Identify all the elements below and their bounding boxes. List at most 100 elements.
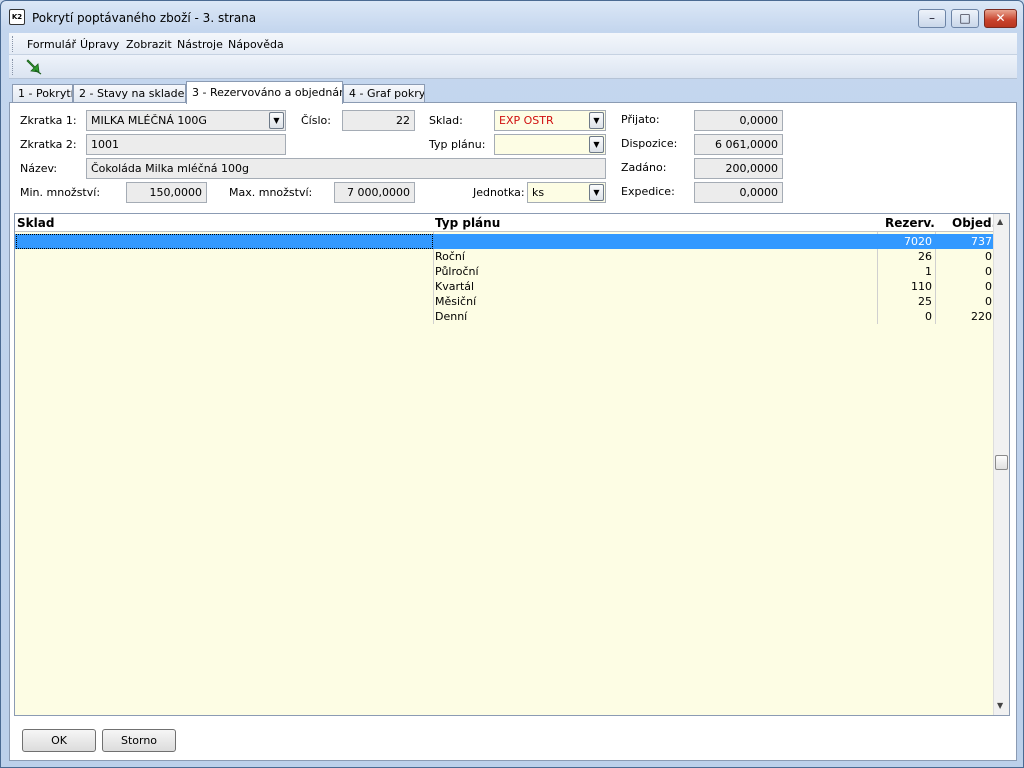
cell-sklad: [19, 249, 433, 264]
cell-typ: Denní: [435, 310, 468, 323]
storno-button[interactable]: Storno: [102, 729, 176, 752]
min-mnozstvi-field[interactable]: 150,0000: [126, 182, 207, 203]
tab-strip: 1 - Pokrytí 2 - Stavy na skladech 3 - Re…: [9, 81, 1017, 104]
cislo-label: Číslo:: [301, 114, 331, 127]
zkratka1-value: MILKA MLÉČNÁ 100G: [91, 114, 207, 127]
jednotka-value: ks: [532, 186, 545, 199]
column-header-objed[interactable]: Objed.: [952, 216, 996, 230]
dispozice-label: Dispozice:: [621, 137, 678, 150]
zadano-field[interactable]: 200,0000: [694, 158, 783, 179]
ok-button[interactable]: OK: [22, 729, 96, 752]
column-header-sklad[interactable]: Sklad: [17, 216, 54, 230]
cell-typ: Kvartál: [435, 280, 475, 293]
toolbar: [9, 55, 1017, 79]
cell-rezerv: 1: [925, 265, 932, 278]
cell-objed: 0: [985, 295, 992, 308]
scroll-up-icon[interactable]: ▲: [997, 217, 1003, 226]
table-row[interactable]: Měsiční 25 0: [15, 294, 994, 309]
jednotka-label: Jednotka:: [473, 186, 525, 199]
cell-objed: 737: [971, 235, 992, 248]
app-icon: K2: [9, 9, 25, 25]
cell-rezerv: 7020: [904, 235, 932, 248]
cell-objed: 0: [985, 250, 992, 263]
green-arrow-icon[interactable]: [25, 58, 43, 76]
chevron-down-icon[interactable]: ▼: [589, 136, 604, 153]
table-row[interactable]: 7020 737: [15, 234, 994, 249]
zkratka1-label: Zkratka 1:: [20, 114, 77, 127]
chevron-down-icon[interactable]: ▼: [589, 184, 604, 201]
cell-sklad: [16, 234, 433, 249]
cell-sklad: [19, 264, 433, 279]
menu-nastroje[interactable]: Nástroje: [177, 38, 223, 51]
dispozice-field[interactable]: 6 061,0000: [694, 134, 783, 155]
column-header-typ-planu[interactable]: Typ plánu: [435, 216, 500, 230]
cell-typ: [435, 234, 875, 249]
tab-graf-pokryti[interactable]: 4 - Graf pokrytí: [343, 84, 425, 103]
tab-rezervovano-a-objednano[interactable]: 3 - Rezervováno a objednáno: [186, 81, 343, 104]
cell-sklad: [19, 279, 433, 294]
table-row[interactable]: Denní 0 220: [15, 309, 994, 324]
sklad-value: EXP OSTR: [499, 114, 554, 127]
vertical-scrollbar[interactable]: ▲ ▼: [993, 214, 1009, 715]
sklad-select[interactable]: EXP OSTR ▼: [494, 110, 606, 131]
menu-upravy[interactable]: Úpravy: [80, 38, 119, 51]
chevron-down-icon[interactable]: ▼: [269, 112, 284, 129]
cell-objed: 0: [985, 280, 992, 293]
table-row[interactable]: Roční 26 0: [15, 249, 994, 264]
column-header-rezerv[interactable]: Rezerv.: [885, 216, 935, 230]
cell-sklad: [19, 309, 433, 324]
chevron-down-icon[interactable]: ▼: [589, 112, 604, 129]
expedice-field[interactable]: 0,0000: [694, 182, 783, 203]
maximize-icon: □: [959, 11, 971, 25]
cell-rezerv: 25: [918, 295, 932, 308]
menu-zobrazit[interactable]: Zobrazit: [126, 38, 172, 51]
data-grid[interactable]: Sklad Typ plánu Rezerv. Objed. 7020 737 …: [14, 213, 1010, 716]
cell-rezerv: 26: [918, 250, 932, 263]
zkratka2-field[interactable]: 1001: [86, 134, 286, 155]
close-icon: ✕: [995, 11, 1006, 25]
jednotka-select[interactable]: ks ▼: [527, 182, 606, 203]
close-button[interactable]: ✕: [984, 9, 1017, 28]
cell-rezerv: 110: [911, 280, 932, 293]
nazev-label: Název:: [20, 162, 58, 175]
cell-rezerv: 0: [925, 310, 932, 323]
menu-napoveda[interactable]: Nápověda: [228, 38, 284, 51]
zkratka1-select[interactable]: MILKA MLÉČNÁ 100G ▼: [86, 110, 286, 131]
prijato-label: Přijato:: [621, 113, 660, 126]
cell-objed: 220: [971, 310, 992, 323]
title-bar[interactable]: K2 Pokrytí poptávaného zboží - 3. strana…: [1, 1, 1023, 31]
cell-objed: 0: [985, 265, 992, 278]
zkratka2-label: Zkratka 2:: [20, 138, 77, 151]
tab-pokryti[interactable]: 1 - Pokrytí: [12, 84, 73, 103]
grid-header: Sklad Typ plánu Rezerv. Objed.: [15, 214, 996, 232]
window-title: Pokrytí poptávaného zboží - 3. strana: [32, 11, 257, 25]
prijato-field[interactable]: 0,0000: [694, 110, 783, 131]
cislo-field[interactable]: 22: [342, 110, 415, 131]
expedice-label: Expedice:: [621, 185, 675, 198]
table-row[interactable]: Kvartál 110 0: [15, 279, 994, 294]
typ-planu-label: Typ plánu:: [429, 138, 486, 151]
minimize-button[interactable]: –: [918, 9, 946, 28]
max-mnozstvi-label: Max. množství:: [229, 186, 313, 199]
scroll-down-icon[interactable]: ▼: [997, 701, 1003, 710]
zadano-label: Zadáno:: [621, 161, 667, 174]
minimize-icon: –: [929, 11, 935, 25]
max-mnozstvi-field[interactable]: 7 000,0000: [334, 182, 415, 203]
menubar-grip: [12, 36, 15, 52]
menu-formular[interactable]: Formulář: [27, 38, 76, 51]
scroll-thumb[interactable]: [995, 455, 1008, 470]
cell-typ: Měsiční: [435, 295, 477, 308]
sklad-label: Sklad:: [429, 114, 463, 127]
tab-stavy-na-skladech[interactable]: 2 - Stavy na skladech: [73, 84, 186, 103]
cell-typ: Půlroční: [435, 265, 479, 278]
tab-panel: Zkratka 1: MILKA MLÉČNÁ 100G ▼ Číslo: 22…: [9, 102, 1017, 761]
min-mnozstvi-label: Min. množství:: [20, 186, 101, 199]
menu-bar: Formulář Úpravy Zobrazit Nástroje Nápově…: [9, 33, 1017, 55]
maximize-button[interactable]: □: [951, 9, 979, 28]
toolbar-grip: [12, 59, 15, 75]
cell-typ: Roční: [435, 250, 465, 263]
table-row[interactable]: Půlroční 1 0: [15, 264, 994, 279]
cell-sklad: [19, 294, 433, 309]
typ-planu-select[interactable]: ▼: [494, 134, 606, 155]
nazev-field[interactable]: Čokoláda Milka mléčná 100g: [86, 158, 606, 179]
